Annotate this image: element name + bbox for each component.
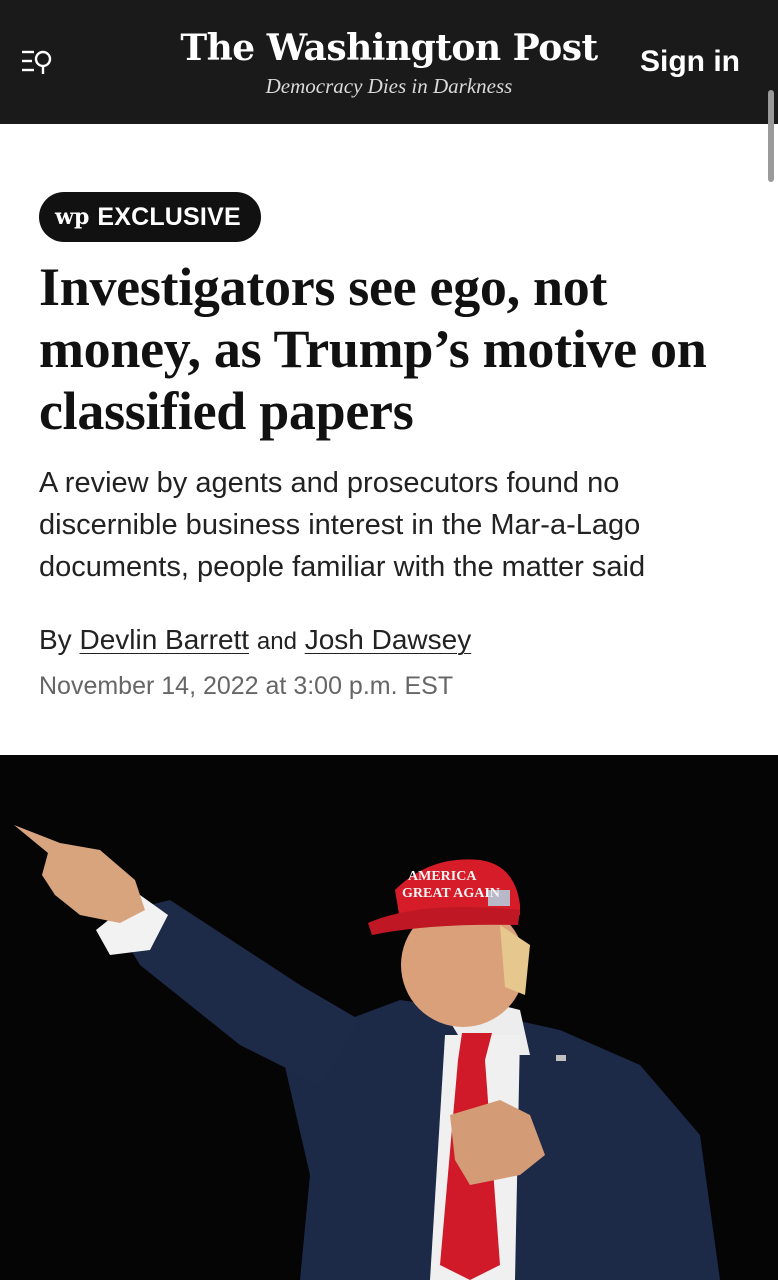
hat-text-line1: AMERICA xyxy=(408,869,477,884)
scrollbar[interactable] xyxy=(768,90,774,182)
article-headline: Investigators see ego, not money, as Tru… xyxy=(39,257,707,441)
author-link-josh-dawsey[interactable]: Josh Dawsey xyxy=(305,624,472,655)
wp-logo-icon: wp xyxy=(55,204,90,230)
badge-label: EXCLUSIVE xyxy=(97,202,241,231)
article-dek: A review by agents and prosecutors found… xyxy=(39,467,646,583)
lead-photo[interactable]: AMERICA GREAT AGAIN xyxy=(0,755,778,1280)
author-link-devlin-barrett[interactable]: Devlin Barrett xyxy=(79,624,249,655)
byline: By Devlin Barrett and Josh Dawsey xyxy=(39,620,471,662)
publish-timestamp: November 14, 2022 at 3:00 p.m. EST xyxy=(39,672,454,700)
byline-prefix: By xyxy=(39,624,72,655)
exclusive-badge[interactable]: wp EXCLUSIVE xyxy=(39,192,261,242)
byline-conjunction: and xyxy=(256,628,297,655)
sign-in-button[interactable]: Sign in xyxy=(640,42,740,82)
hat-text-line2: GREAT AGAIN xyxy=(402,886,500,901)
site-header: The Washington Post Democracy Dies in Da… xyxy=(0,0,778,124)
